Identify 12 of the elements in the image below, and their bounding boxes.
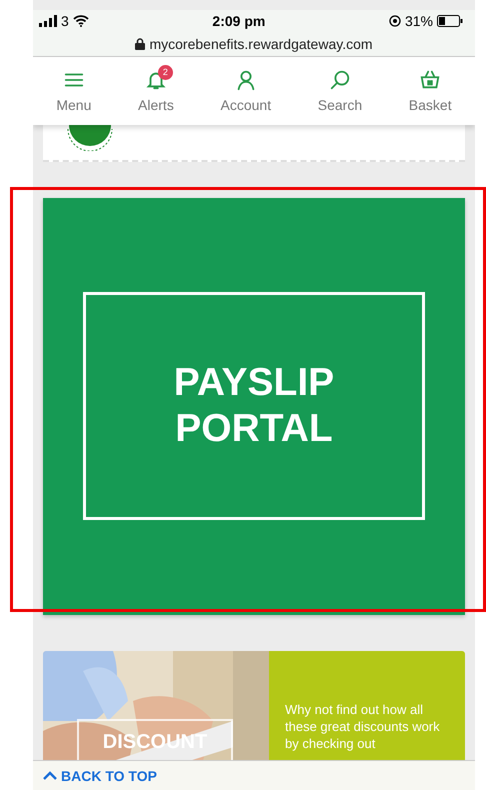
nav-button[interactable]: Account [216, 68, 276, 113]
back-to-top-link[interactable]: BACK TO TOP [33, 760, 475, 790]
banner-title: PAYSLIP PORTAL [174, 360, 334, 452]
tutorials-description: Why not find out how all these great discounts work by checking out [285, 700, 441, 752]
battery-percent: 31% [404, 12, 433, 29]
payslip-banner[interactable]: PAYSLIP PORTAL [43, 198, 465, 615]
notification-count: 2 [158, 64, 173, 80]
nav-button[interactable]: Basket [404, 68, 456, 113]
carrier-label: 3 [61, 12, 69, 29]
nav-button[interactable]: Search [314, 68, 366, 113]
clock-time: 2:09 pm [212, 12, 266, 29]
nav-button[interactable]: Menu [52, 68, 96, 113]
